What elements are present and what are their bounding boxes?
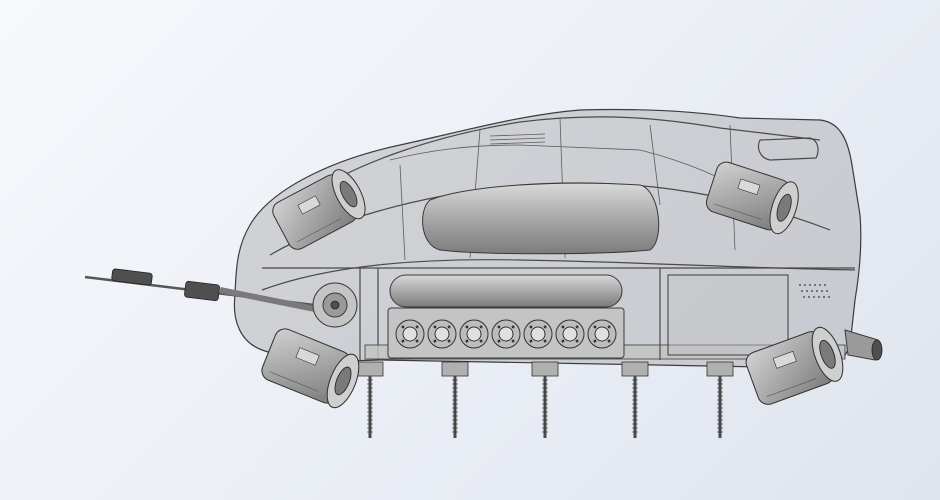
flange-hole[interactable]: [459, 319, 489, 349]
flange-hole[interactable]: [427, 319, 457, 349]
exhaust-pipe[interactable]: [844, 329, 883, 361]
cad-viewport[interactable]: [0, 0, 940, 500]
support-legs[interactable]: [356, 361, 734, 438]
support-leg[interactable]: [531, 361, 559, 438]
support-leg[interactable]: [441, 361, 469, 438]
support-leg[interactable]: [706, 361, 734, 438]
support-leg[interactable]: [356, 361, 384, 438]
flange-hole[interactable]: [395, 319, 425, 349]
support-leg[interactable]: [621, 361, 649, 438]
flange-hole[interactable]: [523, 319, 553, 349]
flange-hole[interactable]: [587, 319, 617, 349]
flange-block[interactable]: [387, 307, 625, 359]
cad-model-svg[interactable]: [0, 0, 940, 500]
flange-hole[interactable]: [555, 319, 585, 349]
flange-hole[interactable]: [491, 319, 521, 349]
hub-assembly[interactable]: [312, 282, 358, 328]
upper-tank[interactable]: [422, 182, 660, 255]
lower-cylinder-tank[interactable]: [389, 274, 623, 308]
